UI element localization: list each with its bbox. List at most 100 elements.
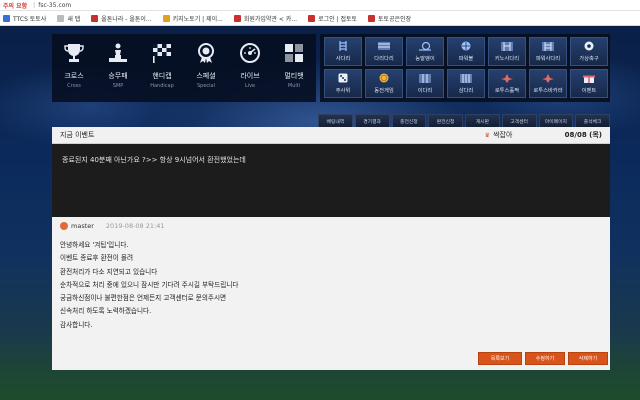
category-label: 스페셜 [196, 72, 216, 80]
bookmark-item[interactable]: 토토공은인장 [368, 14, 411, 23]
bookmark-item[interactable]: 키지노토기 | 제이... [162, 14, 223, 23]
nav-attendance[interactable]: 출석체크 [575, 114, 610, 128]
game-label: 주사위 [335, 88, 351, 94]
category-smp[interactable]: 승무패 SMP [96, 34, 140, 102]
bookmark-favicon [162, 14, 170, 22]
game-label: 삼다리 [458, 88, 474, 94]
reply-line: 신속처리 하도록 노력하겠습니다. [60, 307, 152, 316]
game-power-ladder[interactable]: 파워사다리 [529, 37, 567, 66]
admin-reply: master 2019-08-08 21:41 안녕하세요 '겨팁'입니다. 이… [52, 217, 610, 370]
delete-button[interactable]: 삭제하기 [568, 352, 608, 365]
game-three-bridge[interactable]: 삼다리 [447, 69, 485, 98]
event-icon [583, 73, 595, 83]
nav-my-page[interactable]: 마이페이지 [538, 114, 574, 128]
bookmark-favicon [57, 14, 65, 22]
keno-ladder-icon [501, 41, 513, 51]
game-label: 다리다리 [374, 56, 394, 62]
category-multi[interactable]: 멀티뱃 Multi [272, 34, 316, 102]
game-coin[interactable]: 동전게임 [365, 69, 403, 98]
game-label: 동전게임 [374, 88, 394, 94]
game-virtual-soccer[interactable]: 가상축구 [570, 37, 608, 66]
bookmark-item[interactable]: 새 탭 [57, 14, 80, 23]
nav-bet-history[interactable]: 배팅내역 [318, 114, 353, 128]
bookmark-label: 로그인 | 접토토 [318, 15, 358, 23]
game-event[interactable]: 이벤트 [570, 69, 608, 98]
multi-bet-icon [282, 41, 306, 65]
post-header: 지금 이벤트 ♛ 싹잡아 08/08 (목) [52, 127, 610, 144]
game-keno-ladder[interactable]: 키노사다리 [488, 37, 526, 66]
game-ladder[interactable]: 사다리 [324, 37, 362, 66]
ball-icon [460, 41, 472, 51]
reply-line: 환전처리가 다소 지연되고 있습니다 [60, 267, 158, 276]
post-title: 지금 이벤트 [60, 131, 95, 139]
category-handicap[interactable]: 핸디캡 Handicap [140, 34, 184, 102]
game-lotus-odd-even[interactable]: 로투스홀짝 [488, 69, 526, 98]
category-label: 크로스 [64, 72, 84, 80]
bookmark-item[interactable]: TTCS 토토사 [3, 14, 46, 23]
category-sublabel: SMP [112, 83, 124, 89]
category-sublabel: Handicap [150, 83, 174, 89]
category-label: 멀티뱃 [284, 72, 304, 80]
nav-results[interactable]: 경기결과 [354, 114, 390, 128]
nav-customer-center[interactable]: 고객센터 [501, 114, 537, 128]
bookmark-label: 올톤나라 - 올톤이... [101, 15, 152, 23]
lotus-baccarat-icon [542, 73, 554, 83]
game-dice[interactable]: 주사위 [324, 69, 362, 98]
lotus-oddeven-icon [501, 73, 513, 83]
bookmark-label: 키지노토기 | 제이... [172, 15, 223, 23]
game-lotus-baccarat[interactable]: 로투스바카라 [529, 69, 567, 98]
bridge-icon [378, 41, 390, 51]
game-label: 이벤트 [581, 88, 597, 94]
nav-deposit[interactable]: 충전신청 [391, 114, 427, 128]
address-separator: | [33, 1, 36, 9]
category-sublabel: Live [244, 83, 256, 89]
bookmark-favicon [233, 14, 241, 22]
reply-time: 2019-08-08 21:41 [105, 222, 165, 230]
bookmark-item[interactable]: 로그인 | 접토토 [308, 14, 357, 23]
game-label: 가상축구 [579, 56, 599, 62]
post-actions: 목록보기 수정하기 삭제하기 [0, 352, 640, 366]
snail-icon [419, 41, 431, 51]
nav-withdraw[interactable]: 환전신청 [428, 114, 463, 128]
game-dari-dari[interactable]: 다리다리 [365, 37, 403, 66]
category-live[interactable]: 라이브 Live [228, 34, 272, 102]
game-snail[interactable]: 능말앵이 [406, 37, 444, 66]
nav-board[interactable]: 게시판 [465, 114, 500, 128]
reply-line: 이벤트 종료후 환전이 몰려 [60, 254, 134, 263]
dice-icon [337, 73, 349, 83]
game-label: 파워볼 [458, 56, 474, 62]
two-bridge-icon [419, 73, 431, 83]
bookmark-label: 회원가입약관 < 카... [243, 15, 298, 23]
game-label: 키노사다리 [494, 56, 520, 62]
ladder-icon [337, 41, 349, 51]
category-sublabel: Special [196, 83, 215, 89]
game-powerball[interactable]: 파워볼 [447, 37, 485, 66]
list-button[interactable]: 목록보기 [478, 352, 522, 365]
post-author-name: 싹잡아 [493, 131, 513, 139]
bookmark-item[interactable]: 회원가입약관 < 카... [233, 14, 298, 23]
power-ladder-icon [542, 41, 554, 51]
game-label: 파워사다리 [535, 56, 561, 62]
game-label: 이다리 [417, 88, 433, 94]
edit-button[interactable]: 수정하기 [525, 352, 565, 365]
post-content: 종료된지 40분째 아닌가요 ?>> 항상 9시넘어서 환전했었는데 [62, 156, 246, 164]
racing-flag-icon [150, 41, 174, 65]
bookmark-item[interactable]: 올톤나라 - 올톤이... [91, 14, 152, 23]
bookmark-favicon [91, 14, 99, 22]
bookmark-label: 토토공은인장 [378, 15, 412, 23]
user-level-icon: ♛ [484, 131, 491, 139]
category-cross[interactable]: 크로스 Cross [52, 34, 96, 102]
soccer-ball-icon [583, 41, 595, 51]
category-special[interactable]: 스페셜 Special [184, 34, 228, 102]
game-two-bridge[interactable]: 이다리 [406, 69, 444, 98]
bookmark-favicon [308, 14, 316, 22]
url-text[interactable]: fsc-35.com [38, 2, 71, 9]
post-date: 08/08 (목) [564, 131, 602, 139]
podium-icon [106, 41, 130, 65]
admin-avatar-icon [60, 222, 68, 230]
coin-icon [378, 73, 390, 83]
address-bar[interactable]: 주의 요함 | fsc-35.com [0, 0, 640, 11]
bookmark-label: TTCS 토토사 [13, 15, 47, 23]
category-label: 핸디캡 [152, 72, 172, 80]
security-warning[interactable]: 주의 요함 [3, 1, 27, 10]
